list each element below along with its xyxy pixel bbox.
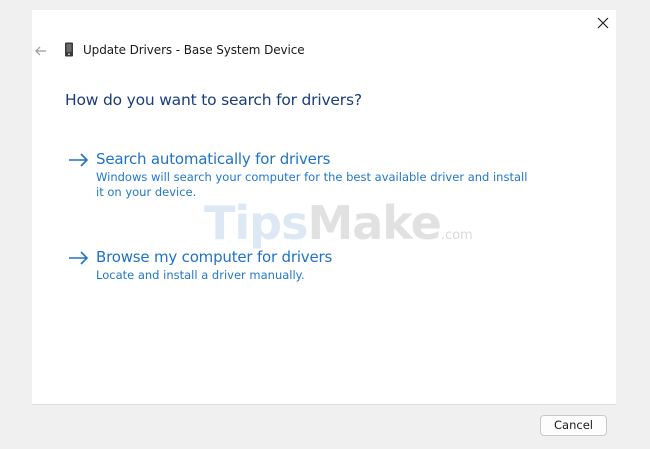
close-icon: [597, 17, 609, 29]
dialog-footer: Cancel: [32, 404, 616, 438]
option-title: Search automatically for drivers: [96, 150, 331, 168]
cancel-button[interactable]: Cancel: [540, 415, 607, 436]
watermark-part1: Tips: [204, 196, 308, 250]
update-drivers-dialog: Update Drivers - Base System Device How …: [32, 10, 616, 438]
option-description: Windows will search your computer for th…: [96, 170, 528, 199]
close-button[interactable]: [596, 15, 610, 31]
device-icon: [65, 42, 73, 57]
watermark-logo: TipsMake.com: [204, 196, 473, 250]
option-title: Browse my computer for drivers: [96, 248, 333, 266]
arrow-right-icon: [69, 251, 89, 265]
option-description: Locate and install a driver manually.: [96, 268, 305, 282]
arrow-right-icon: [69, 153, 89, 167]
title-bar: Update Drivers - Base System Device: [32, 38, 532, 64]
page-heading: How do you want to search for drivers?: [65, 91, 362, 109]
arrow-left-icon: [35, 46, 46, 56]
back-button[interactable]: [34, 43, 48, 57]
window-title: Update Drivers - Base System Device: [83, 43, 305, 57]
watermark-part2: Make: [307, 196, 441, 250]
watermark-suffix: .com: [440, 228, 473, 243]
